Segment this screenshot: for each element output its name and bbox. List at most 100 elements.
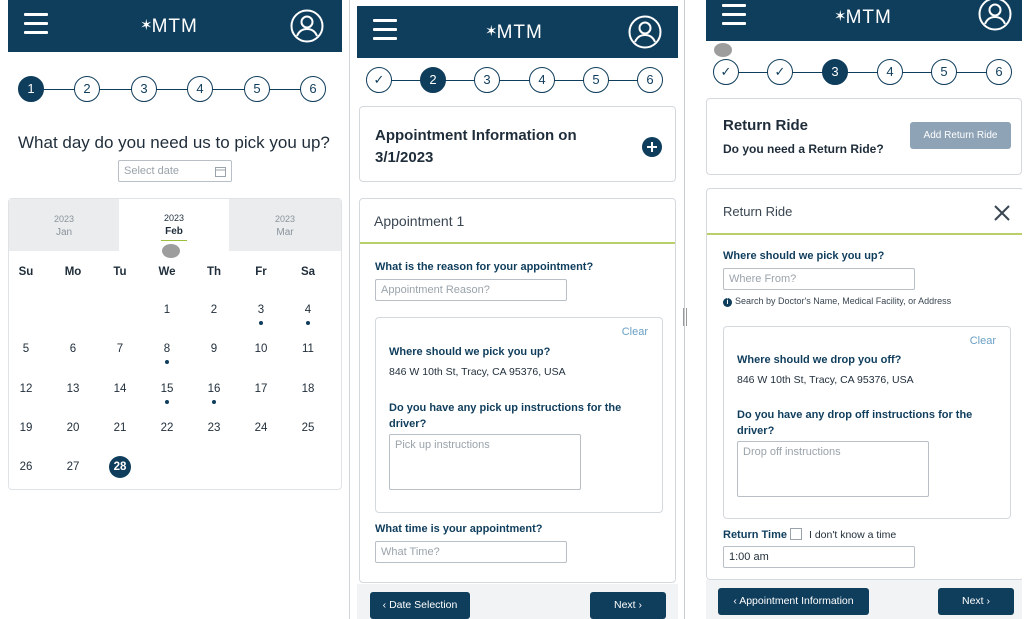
pickup-instructions-textarea[interactable]: Pick up instructions bbox=[389, 434, 581, 490]
page-title: What day do you need us to pick you up? bbox=[18, 133, 330, 152]
dropoff-address: 846 W 10th St, Tracy, CA 95376, USA bbox=[737, 374, 914, 386]
calendar-day[interactable]: 11 bbox=[293, 339, 323, 359]
dont-know-time-checkbox[interactable] bbox=[790, 528, 802, 540]
return-time-input[interactable]: 1:00 am bbox=[723, 546, 915, 568]
mtm-logo: ✶MTM bbox=[140, 16, 198, 37]
back-button[interactable]: ‹ Appointment Information bbox=[718, 588, 869, 615]
calendar-day[interactable]: 12 bbox=[11, 379, 41, 399]
month-jan[interactable]: 2023 Jan bbox=[9, 199, 119, 251]
calendar-day[interactable]: 27 bbox=[58, 457, 88, 477]
availability-dot bbox=[165, 400, 169, 404]
date-selection-panel: ✶MTM 1 2 3 4 5 6 What day do you need us… bbox=[8, 0, 342, 619]
step-4[interactable]: 4 bbox=[187, 76, 213, 102]
user-profile-icon[interactable] bbox=[290, 9, 324, 43]
next-button[interactable]: Next › bbox=[938, 588, 1014, 615]
dropoff-instructions-textarea[interactable]: Drop off instructions bbox=[737, 441, 929, 497]
dropoff-instructions-label: Do you have any drop off instructions fo… bbox=[737, 409, 973, 437]
calendar-day[interactable]: 19 bbox=[11, 418, 41, 438]
calendar-day[interactable]: 18 bbox=[293, 379, 323, 399]
appointment-info-title: Appointment Information on 3/1/2023 bbox=[375, 127, 577, 166]
step-6[interactable]: 6 bbox=[637, 67, 663, 93]
pickup-label: Where should we pick you up? bbox=[723, 250, 885, 262]
back-button[interactable]: ‹ Date Selection bbox=[370, 592, 470, 619]
calendar-day[interactable]: 20 bbox=[58, 418, 88, 438]
calendar-day[interactable]: 9 bbox=[199, 339, 229, 359]
month-selector: 2023 Jan 2023 Feb 2023 Mar bbox=[9, 199, 341, 251]
add-appointment-icon[interactable] bbox=[641, 136, 663, 158]
calendar-day[interactable]: 16 bbox=[199, 379, 229, 399]
calendar-day[interactable]: 8 bbox=[152, 339, 182, 359]
date-input[interactable]: Select date bbox=[118, 160, 232, 182]
calendar-day[interactable]: 2 bbox=[199, 300, 229, 320]
calendar-day[interactable]: 7 bbox=[105, 339, 135, 359]
calendar-day[interactable]: 21 bbox=[105, 418, 135, 438]
menu-icon[interactable] bbox=[373, 19, 397, 41]
clear-link[interactable]: Clear bbox=[622, 326, 648, 338]
month-feb[interactable]: 2023 Feb bbox=[119, 199, 229, 251]
menu-icon[interactable] bbox=[24, 13, 48, 35]
calendar-day[interactable]: 25 bbox=[293, 418, 323, 438]
where-from-input[interactable]: Where From? bbox=[723, 268, 915, 290]
step-5[interactable]: 5 bbox=[583, 67, 609, 93]
step-4[interactable]: 4 bbox=[529, 67, 555, 93]
step-1-complete[interactable]: ✓ bbox=[366, 67, 392, 93]
clear-link[interactable]: Clear bbox=[970, 335, 996, 347]
availability-dot bbox=[212, 400, 216, 404]
app-header: ✶MTM bbox=[357, 6, 678, 58]
return-ride-heading: Return Ride bbox=[723, 204, 793, 219]
step-2[interactable]: 2 bbox=[74, 76, 100, 102]
calendar-day[interactable]: 15 bbox=[152, 379, 182, 399]
calendar-day[interactable]: 14 bbox=[105, 379, 135, 399]
pickup-label: Where should we pick you up? bbox=[389, 346, 551, 358]
next-button[interactable]: Next › bbox=[590, 592, 666, 619]
step-3[interactable]: 3 bbox=[822, 59, 848, 85]
app-header: ✶MTM bbox=[8, 0, 342, 52]
appointment-reason-input[interactable]: Appointment Reason? bbox=[375, 279, 567, 301]
return-ride-card: Return Ride Do you need a Return Ride? A… bbox=[706, 98, 1022, 175]
step-1[interactable]: 1 bbox=[18, 76, 44, 102]
pickup-address: 846 W 10th St, Tracy, CA 95376, USA bbox=[389, 366, 566, 378]
calendar-day[interactable]: 24 bbox=[246, 418, 276, 438]
calendar-day[interactable]: 28 bbox=[109, 456, 131, 478]
user-profile-icon[interactable] bbox=[978, 0, 1012, 31]
calendar-day[interactable]: 3 bbox=[246, 300, 276, 320]
appointment-time-input[interactable]: What Time? bbox=[375, 541, 567, 563]
calendar-day[interactable]: 22 bbox=[152, 418, 182, 438]
step-2-complete[interactable]: ✓ bbox=[767, 59, 793, 85]
calendar-day[interactable]: 5 bbox=[11, 339, 41, 359]
weekday-header: Tu bbox=[113, 266, 127, 278]
step-2[interactable]: 2 bbox=[420, 67, 446, 93]
calendar-day[interactable]: 4 bbox=[293, 300, 323, 320]
close-icon[interactable] bbox=[994, 205, 1010, 221]
step-3[interactable]: 3 bbox=[474, 67, 500, 93]
weekday-header: We bbox=[158, 266, 176, 278]
menu-icon[interactable] bbox=[722, 4, 746, 26]
chevron-right-icon: › bbox=[983, 595, 990, 607]
calendar-day[interactable]: 1 bbox=[152, 300, 182, 320]
weekday-header: Th bbox=[206, 266, 222, 278]
calendar-day[interactable]: 13 bbox=[58, 379, 88, 399]
step-3[interactable]: 3 bbox=[131, 76, 157, 102]
return-ride-title: Return Ride bbox=[723, 117, 809, 134]
calendar-day[interactable]: 23 bbox=[199, 418, 229, 438]
step-6[interactable]: 6 bbox=[986, 59, 1012, 85]
availability-dot bbox=[306, 321, 310, 325]
calendar-day[interactable]: 17 bbox=[246, 379, 276, 399]
step-6[interactable]: 6 bbox=[300, 76, 326, 102]
add-return-ride-button[interactable]: Add Return Ride bbox=[910, 122, 1011, 149]
calendar: 2023 Jan 2023 Feb 2023 Mar Su Mo Tu We Th Fr Sa 1 2… bbox=[8, 198, 342, 490]
user-profile-icon[interactable] bbox=[628, 15, 662, 49]
resize-handle[interactable] bbox=[683, 308, 687, 326]
step-5[interactable]: 5 bbox=[244, 76, 270, 102]
calendar-day[interactable]: 10 bbox=[246, 339, 276, 359]
calendar-day[interactable]: 6 bbox=[58, 339, 88, 359]
step-1-complete[interactable]: ✓ bbox=[713, 59, 739, 85]
calendar-day[interactable]: 26 bbox=[11, 457, 41, 477]
appointment-card: Appointment 1 What is the reason for you… bbox=[359, 198, 676, 583]
weekday-header: Fr bbox=[255, 266, 267, 278]
month-mar[interactable]: 2023 Mar bbox=[229, 199, 341, 251]
return-time-label: Return Time bbox=[723, 529, 787, 541]
step-4[interactable]: 4 bbox=[877, 59, 903, 85]
step-5[interactable]: 5 bbox=[931, 59, 957, 85]
weekday-header: Sa bbox=[300, 266, 316, 278]
